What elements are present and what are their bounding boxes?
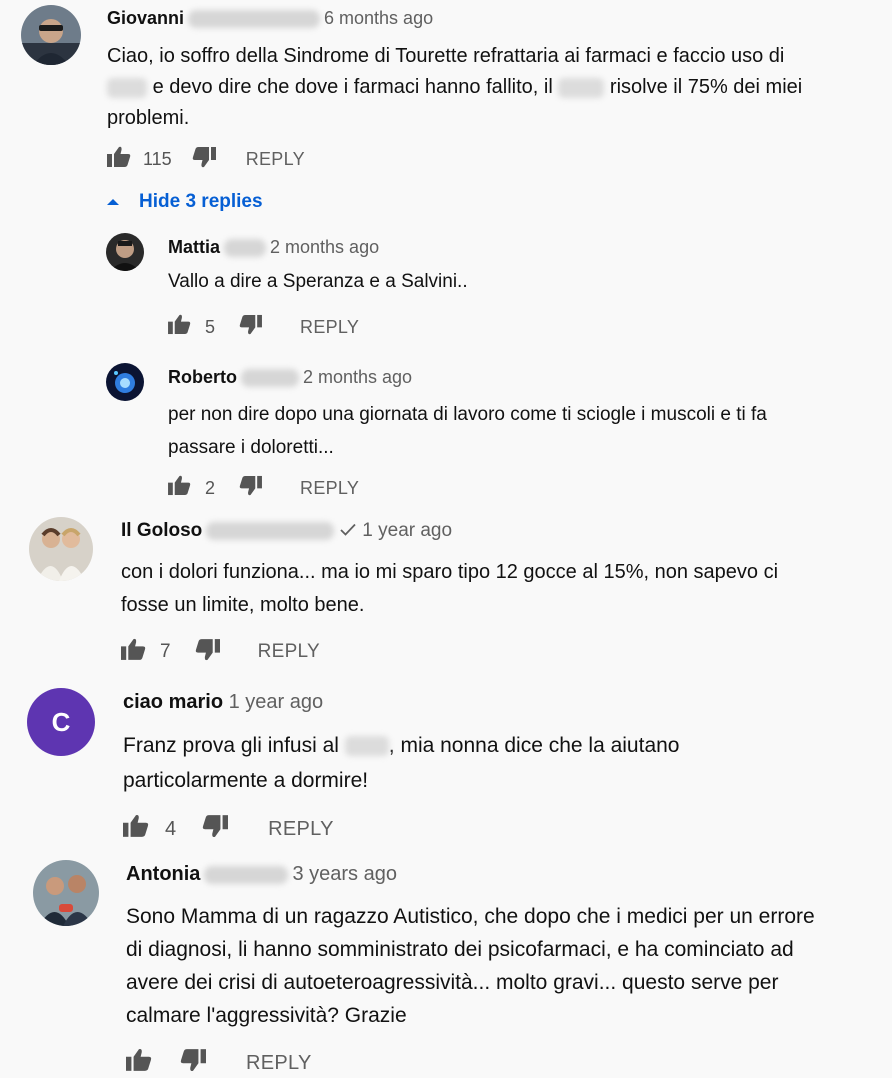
comment-time[interactable]: 2 months ago	[270, 237, 379, 257]
redacted-text	[107, 77, 147, 98]
reply-button[interactable]: REPLY	[300, 317, 359, 338]
avatar[interactable]	[21, 5, 81, 65]
reply-button[interactable]: REPLY	[246, 1052, 312, 1075]
avatar[interactable]	[106, 363, 144, 401]
like-icon[interactable]	[126, 1048, 152, 1078]
like-count: 2	[205, 477, 216, 498]
comment-author[interactable]: ciao mario	[123, 691, 223, 713]
redacted-text	[224, 239, 267, 258]
like-count: 7	[160, 641, 171, 662]
reply-button[interactable]: REPLY	[300, 478, 359, 499]
caret-up-icon	[107, 199, 119, 205]
like-count: 5	[205, 316, 216, 337]
redacted-text	[188, 10, 321, 29]
dislike-icon[interactable]	[192, 146, 216, 173]
dislike-icon[interactable]	[202, 814, 229, 844]
avatar[interactable]	[33, 860, 99, 926]
redacted-text	[241, 369, 299, 388]
comment-text: Ciao, io soffro della Sindrome di Touret…	[107, 45, 803, 129]
comment-time[interactable]: 2 months ago	[303, 367, 412, 387]
comment-thread: Il Goloso 1 year ago con i dolori funzion…	[0, 510, 892, 680]
comment-time[interactable]: 3 years ago	[292, 863, 397, 885]
dislike-icon[interactable]	[180, 1048, 206, 1078]
comment-thread: C ciao mario 1 year ago Franz prova gli …	[0, 680, 892, 850]
like-count: 115	[143, 148, 172, 169]
comment-author[interactable]: Antonia	[126, 863, 200, 885]
comment-text: Franz prova gli infusi al , mia nonna di…	[123, 734, 680, 792]
dislike-icon[interactable]	[239, 314, 262, 340]
redacted-text	[344, 736, 389, 757]
comment-text: Vallo a dire a Speranza e a Salvini..	[168, 271, 468, 292]
redacted-text	[558, 77, 605, 98]
comment-thread: Giovanni 6 months ago Ciao, io soffro del…	[0, 0, 892, 230]
avatar[interactable]: C	[27, 688, 95, 756]
comment-text: per non dire dopo una giornata di lavoro…	[168, 404, 767, 458]
dislike-icon[interactable]	[195, 638, 220, 667]
comment-author[interactable]: Mattia	[168, 237, 220, 257]
hide-replies-button[interactable]: Hide 3 replies	[107, 191, 263, 213]
like-icon[interactable]	[168, 475, 191, 501]
comment-author[interactable]: Il Goloso	[121, 520, 202, 541]
like-icon[interactable]	[168, 314, 191, 340]
reply-button[interactable]: REPLY	[246, 149, 305, 170]
redacted-text	[206, 522, 335, 540]
reply-comment: Roberto 2 months ago per non dire dopo un…	[0, 360, 892, 510]
reply-button[interactable]: REPLY	[258, 641, 320, 663]
like-icon[interactable]	[107, 146, 131, 173]
comment-thread: Antonia 3 years ago Sono Mamma di un raga…	[0, 850, 892, 1074]
comment-text: Sono Mamma di un ragazzo Autistico, che …	[126, 905, 815, 1027]
comment-text: con i dolori funziona... ma io mi sparo …	[121, 561, 779, 616]
comment-time[interactable]: 6 months ago	[324, 8, 433, 28]
comment-author[interactable]: Roberto	[168, 367, 237, 387]
reply-button[interactable]: REPLY	[268, 818, 334, 841]
avatar[interactable]	[29, 517, 93, 581]
avatar[interactable]	[106, 233, 144, 271]
redacted-text	[204, 865, 289, 884]
like-count: 4	[165, 817, 177, 840]
dislike-icon[interactable]	[239, 475, 262, 501]
verified-check-icon	[340, 520, 356, 542]
avatar-letter: C	[51, 706, 71, 737]
like-icon[interactable]	[123, 814, 149, 844]
comment-time[interactable]: 1 year ago	[229, 691, 324, 713]
comment-time[interactable]: 1 year ago	[362, 520, 452, 541]
reply-comment: Mattia 2 months ago Vallo a dire a Speran…	[0, 230, 892, 360]
comment-author[interactable]: Giovanni	[107, 8, 184, 28]
like-icon[interactable]	[121, 638, 146, 667]
